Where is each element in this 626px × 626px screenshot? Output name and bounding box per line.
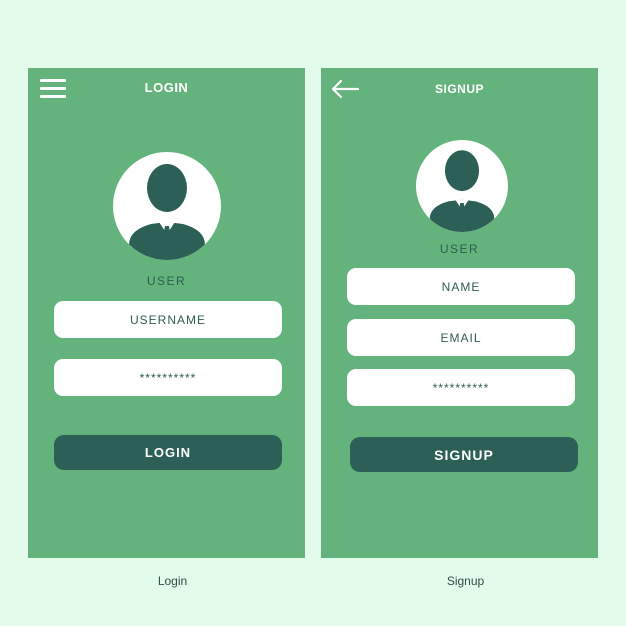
user-avatar-icon <box>416 140 508 232</box>
user-label: USER <box>439 242 480 256</box>
login-screen: LOGIN USER USERNAME ********** LOGIN <box>28 68 305 558</box>
signup-caption: Signup <box>446 574 485 588</box>
login-caption: Login <box>157 574 188 588</box>
user-avatar-icon <box>113 152 221 260</box>
user-label: USER <box>146 274 187 288</box>
username-input[interactable]: USERNAME <box>54 301 282 338</box>
email-input[interactable]: EMAIL <box>347 319 575 356</box>
name-input[interactable]: NAME <box>347 268 575 305</box>
signup-title: SIGNUP <box>434 82 484 96</box>
signup-button[interactable]: SIGNUP <box>350 437 578 472</box>
signup-screen: SIGNUP USER NAME EMAIL ********** SIGNUP <box>321 68 598 558</box>
login-button[interactable]: LOGIN <box>54 435 282 470</box>
password-input[interactable]: ********** <box>347 369 575 406</box>
password-input[interactable]: ********** <box>54 359 282 396</box>
login-title: LOGIN <box>144 80 189 95</box>
